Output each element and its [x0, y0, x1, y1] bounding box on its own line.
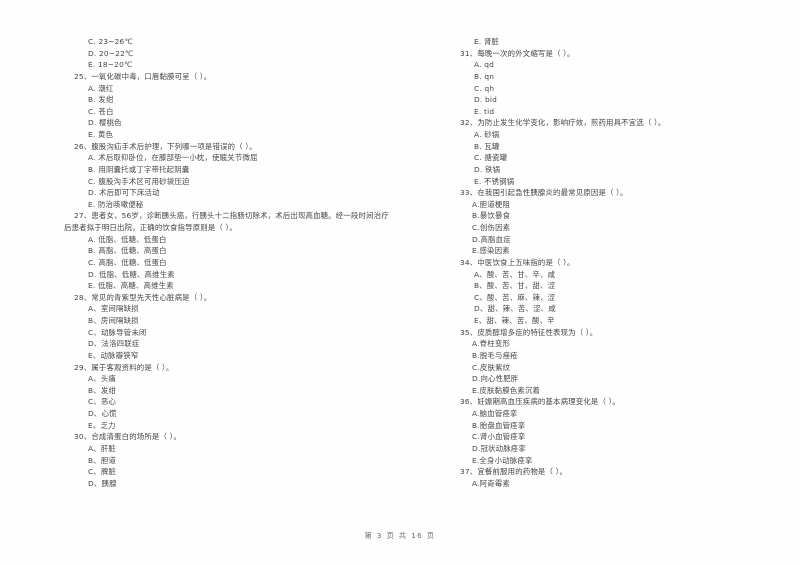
option-item[interactable]: B. qn	[460, 71, 794, 83]
option-item[interactable]: C.创伤因素	[460, 222, 794, 234]
option-item[interactable]: E.皮肤黏膜色素沉着	[460, 385, 794, 397]
option-item[interactable]: E、动脉瓣狭窄	[74, 350, 408, 362]
option-item[interactable]: A.脑血管痉挛	[460, 408, 794, 420]
option-item[interactable]: B、房间隔缺损	[74, 315, 408, 327]
question-stem: 35、皮质醇增多症的特征性表现为（ ）。	[460, 327, 598, 337]
option-item[interactable]: E.全身小动脉痉挛	[460, 455, 794, 467]
option-item[interactable]: C.皮肤紫纹	[460, 362, 794, 374]
question-30: 30、合成清蛋白的场所是（ ）。 A、肝脏 B、胆道 C、脾脏 D、胰腺	[74, 431, 408, 489]
option-item[interactable]: A. 砂锅	[460, 129, 794, 141]
two-column-body: C. 23~26℃ D. 20~22℃ E. 18~20℃ 25、一氧化碳中毒，…	[0, 36, 800, 516]
option-item[interactable]: D. 铁锅	[460, 164, 794, 176]
option-item[interactable]: D.向心性肥胖	[460, 373, 794, 385]
option-item[interactable]: E.感染因素	[460, 245, 794, 257]
question-33: 33、在我国引起急性胰腺炎的最常见原因是（ ）。 A.胆道梗阻 B.暴饮暴食 C…	[460, 187, 794, 257]
option-item[interactable]: B.暴饮暴食	[460, 210, 794, 222]
option-item[interactable]: D. 低脂、低糖、高维生素	[74, 269, 408, 281]
option-item[interactable]: A、酸、苦、甘、辛、咸	[460, 269, 794, 281]
left-column: C. 23~26℃ D. 20~22℃ E. 18~20℃ 25、一氧化碳中毒，…	[0, 36, 414, 516]
option-item[interactable]: A. 潮红	[74, 83, 408, 95]
option-item: C. 23~26℃	[88, 37, 133, 46]
option-item[interactable]: A. qd	[460, 59, 794, 71]
option-item[interactable]: A. 低脂、低糖、低蛋白	[74, 234, 408, 246]
question-32: 32、为防止发生化学变化，影响疗效，煎药用具不宜选（ ）。 A. 砂锅 B. 瓦…	[460, 117, 794, 187]
question-stem: 36、妊娠期高血压疾病的基本病理变化是（ ）。	[460, 397, 621, 407]
option-item[interactable]: B.脱毛与痤疮	[460, 350, 794, 362]
option-item[interactable]: B. 发绀	[74, 94, 408, 106]
option-item[interactable]: B、发绀	[74, 385, 408, 397]
question-34: 34、中医饮食上五味指的是（ ）。 A、酸、苦、甘、辛、咸 B、酸、苦、甘、甜、…	[460, 257, 794, 327]
option-item[interactable]: E. 低脂、高糖、高维生素	[74, 280, 408, 292]
question-29: 29、属于客观资料的是（ ）。 A、头痛 B、发绀 C、恶心 D、心慌 E、乏力	[74, 362, 408, 432]
option-item: E. 肾脏	[474, 37, 500, 46]
question-35: 35、皮质醇增多症的特征性表现为（ ）。 A.脊柱变形 B.脱毛与痤疮 C.皮肤…	[460, 327, 794, 397]
option-item[interactable]: D、心慌	[74, 408, 408, 420]
option-item[interactable]: A.阿奇霉素	[460, 478, 794, 490]
option-item[interactable]: A. 术后取仰卧位，在膝部垫一小枕，使髋关节微屈	[74, 152, 408, 164]
question-stem: 31、每晚一次的外文缩写是（ ）。	[460, 48, 575, 58]
option-item[interactable]: A、头痛	[74, 373, 408, 385]
option-item[interactable]: B、胆道	[74, 455, 408, 467]
option-item[interactable]: D、甜、辣、苦、涩、咸	[460, 303, 794, 315]
exam-page: C. 23~26℃ D. 20~22℃ E. 18~20℃ 25、一氧化碳中毒，…	[0, 0, 800, 565]
right-column: E. 肾脏 31、每晚一次的外文缩写是（ ）。 A. qd B. qn C. q…	[414, 36, 800, 516]
question-37: 37、宜餐前服用的药物是（ ）。 A.阿奇霉素	[460, 466, 794, 489]
option-item[interactable]: C. 高脂、低糖、低蛋白	[74, 257, 408, 269]
page-footer: 第 3 页 共 16 页	[364, 531, 436, 540]
question-stem: 37、宜餐前服用的药物是（ ）。	[460, 467, 568, 477]
option-item[interactable]: E. tid	[460, 106, 794, 118]
option-item[interactable]: B. 高脂、低糖、高蛋白	[74, 245, 408, 257]
option-item[interactable]: C、脾脏	[74, 466, 408, 478]
option-item[interactable]: C. 腹股沟手术区可用砂袋压迫	[74, 176, 408, 188]
question-stem-continuation: 后患者拟于明日出院，正确的饮食指导原则是（ ）。	[64, 223, 237, 232]
question-28: 28、常见的青紫型先天性心脏病是（ ）。 A、室间隔缺损 B、房间隔缺损 C、动…	[74, 292, 408, 362]
option-item[interactable]: D、法洛四联症	[74, 338, 408, 350]
option-item[interactable]: A.胆道梗阻	[460, 199, 794, 211]
option-item[interactable]: B.胎盘血管痉挛	[460, 420, 794, 432]
option-item[interactable]: C. 苍白	[74, 106, 408, 118]
option-item[interactable]: C、恶心	[74, 396, 408, 408]
option-item[interactable]: C、酸、苦、麻、辣、涩	[460, 292, 794, 304]
option-item[interactable]: C. qh	[460, 83, 794, 95]
option-item[interactable]: B、酸、苦、甘、甜、涩	[460, 280, 794, 292]
question-stem: 29、属于客观资料的是（ ）。	[74, 362, 174, 372]
option-item[interactable]: E. 黄色	[74, 129, 408, 141]
question-stem: 27、患者女，56岁，诊断胰头癌，行胰头十二指肠切除术，术后出现高血糖。经一段时…	[74, 211, 389, 221]
option-item[interactable]: E. 不锈钢锅	[460, 176, 794, 188]
option-item[interactable]: C. 搪瓷罐	[460, 152, 794, 164]
right-leading-options: E. 肾脏	[460, 36, 794, 48]
question-stem: 34、中医饮食上五味指的是（ ）。	[460, 257, 575, 267]
option-item[interactable]: E、甜、辣、苦、酸、辛	[460, 315, 794, 327]
question-stem: 26、腹股沟疝手术后护理，下列哪一项是错误的（ ）。	[74, 141, 257, 151]
option-item[interactable]: A、肝脏	[74, 443, 408, 455]
question-36: 36、妊娠期高血压疾病的基本病理变化是（ ）。 A.脑血管痉挛 B.胎盘血管痉挛…	[460, 396, 794, 466]
question-25: 25、一氧化碳中毒，口唇黏膜可呈（ ）。 A. 潮红 B. 发绀 C. 苍白 D…	[74, 71, 408, 141]
question-stem: 30、合成清蛋白的场所是（ ）。	[74, 432, 182, 442]
option-item[interactable]: D. 术后即可下床活动	[74, 187, 408, 199]
option-item[interactable]: A.脊柱变形	[460, 338, 794, 350]
option-item[interactable]: D.高脂血症	[460, 234, 794, 246]
question-stem: 28、常见的青紫型先天性心脏病是（ ）。	[74, 292, 212, 302]
question-stem: 33、在我国引起急性胰腺炎的最常见原因是（ ）。	[460, 188, 628, 198]
option-item[interactable]: C.肾小血管痉挛	[460, 431, 794, 443]
question-stem: 32、为防止发生化学变化，影响疗效，煎药用具不宜选（ ）。	[460, 118, 666, 128]
option-item[interactable]: C、动脉导管未闭	[74, 327, 408, 339]
option-item[interactable]: A、室间隔缺损	[74, 303, 408, 315]
question-31: 31、每晚一次的外文缩写是（ ）。 A. qd B. qn C. qh D. b…	[460, 48, 794, 118]
option-item[interactable]: D.冠状动脉痉挛	[460, 443, 794, 455]
left-leading-options: C. 23~26℃ D. 20~22℃ E. 18~20℃	[74, 36, 408, 71]
option-item: E. 18~20℃	[88, 60, 133, 70]
option-item[interactable]: E. 防治咳嗽便秘	[74, 199, 408, 211]
option-item: D. 20~22℃	[88, 48, 134, 58]
question-stem: 25、一氧化碳中毒，口唇黏膜可呈（ ）。	[74, 71, 212, 81]
question-27: 27、患者女，56岁，诊断胰头癌，行胰头十二指肠切除术，术后出现高血糖。经一段时…	[64, 210, 408, 292]
option-item[interactable]: E、乏力	[74, 420, 408, 432]
option-item[interactable]: B. 用阴囊托或丁字带托起阴囊	[74, 164, 408, 176]
question-26: 26、腹股沟疝手术后护理，下列哪一项是错误的（ ）。 A. 术后取仰卧位，在膝部…	[74, 141, 408, 211]
option-item[interactable]: D. 樱桃色	[74, 117, 408, 129]
option-item[interactable]: B. 瓦罐	[460, 141, 794, 153]
option-item[interactable]: D. bid	[460, 94, 794, 106]
option-item[interactable]: D、胰腺	[74, 478, 408, 490]
